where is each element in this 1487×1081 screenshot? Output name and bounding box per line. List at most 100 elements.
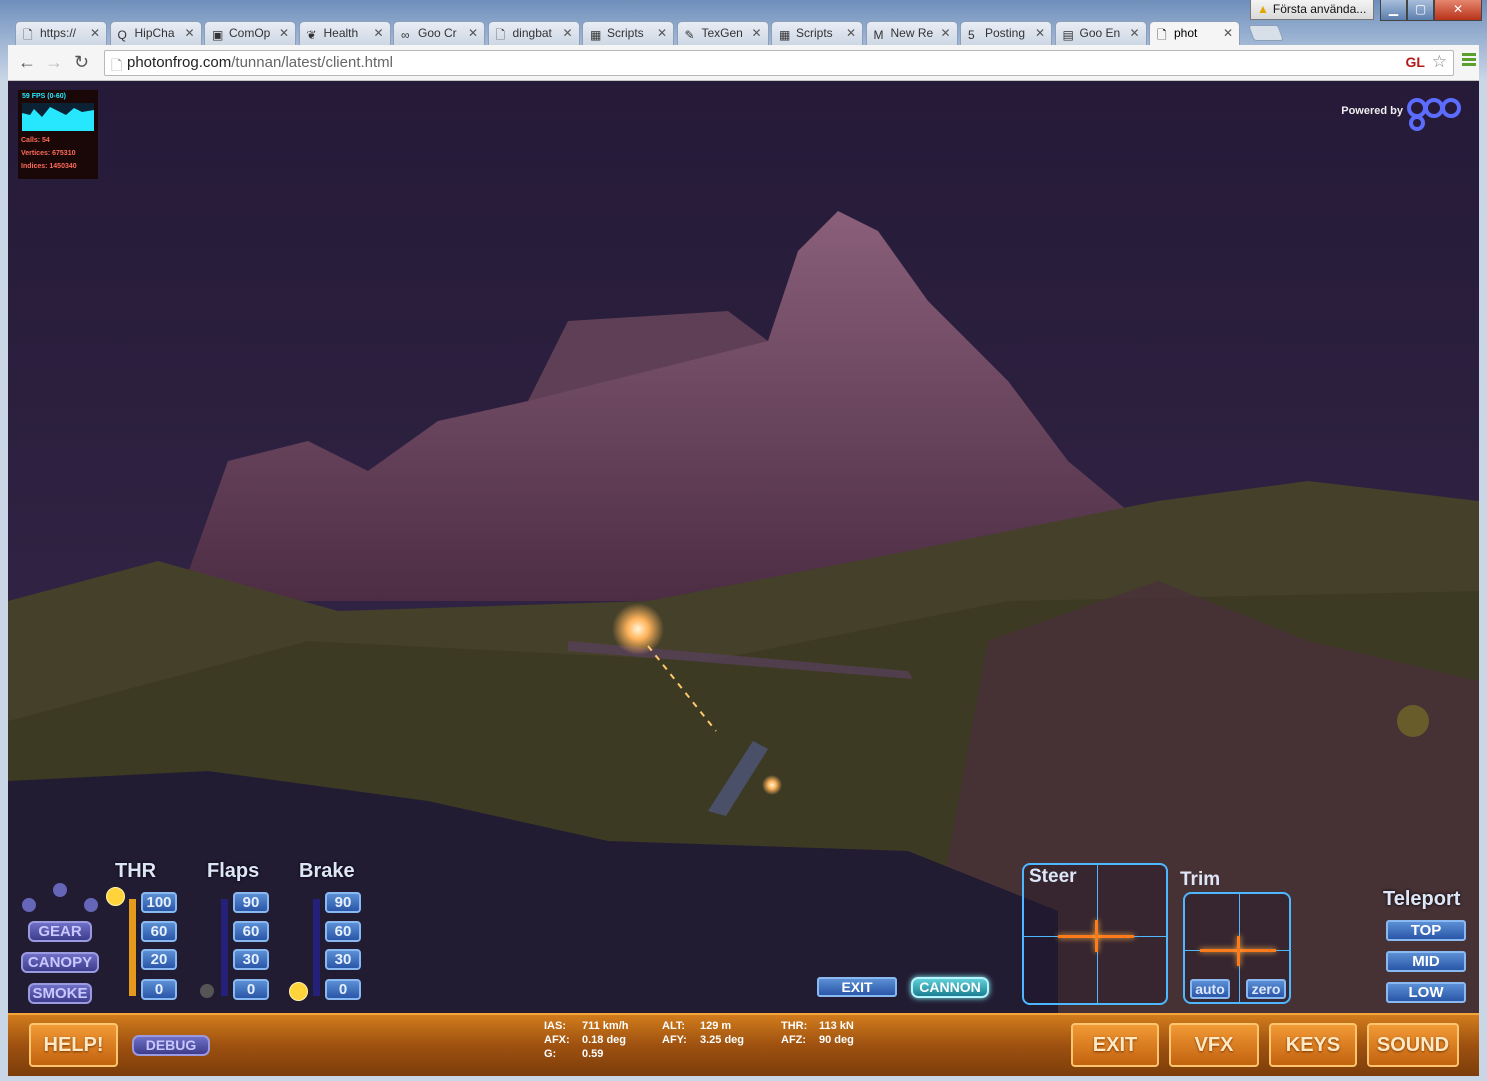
sheet-icon: ▦ [779, 28, 791, 42]
close-tab-icon[interactable]: ✕ [751, 22, 761, 44]
teleport-mid-button[interactable]: MID [1386, 951, 1466, 972]
brake-slider-knob[interactable] [289, 982, 308, 1001]
throttle-60-button[interactable]: 60 [141, 921, 177, 942]
throttle-slider-knob[interactable] [106, 887, 125, 906]
tab-hipcha[interactable]: Q HipCha ✕ [109, 21, 202, 45]
trim-auto-button[interactable]: auto [1190, 979, 1230, 999]
bookmark-star-icon[interactable]: ☆ [1432, 52, 1447, 72]
tab-label: New Re [890, 26, 934, 40]
throttle-100-button[interactable]: 100 [141, 892, 177, 913]
flaps-0-button[interactable]: 0 [233, 979, 269, 1000]
flaps-30-button[interactable]: 30 [233, 949, 269, 970]
telemetry-key: THR: [781, 1020, 808, 1032]
close-tab-icon[interactable]: ✕ [657, 22, 667, 44]
telemetry-key: AFX: [544, 1034, 570, 1046]
help-button[interactable]: HELP! [29, 1023, 118, 1067]
indicator-dot [84, 898, 98, 912]
close-tab-icon[interactable]: ✕ [846, 22, 856, 44]
canopy-button[interactable]: CANOPY [21, 952, 99, 973]
minimize-button[interactable]: ▁ [1380, 0, 1407, 21]
trim-panel[interactable]: auto zero [1183, 892, 1291, 1004]
profile-warning-badge[interactable]: ▲ Första använda... [1250, 0, 1374, 20]
close-tab-icon[interactable]: ✕ [373, 22, 383, 44]
powered-by-label: Powered by [1341, 105, 1403, 117]
tab-label: dingbat [512, 26, 552, 40]
tab-goo-cr[interactable]: ∞ Goo Cr ✕ [393, 21, 485, 45]
trim-zero-button[interactable]: zero [1246, 979, 1286, 999]
throttle-0-button[interactable]: 0 [141, 979, 177, 1000]
tab-label: phot [1174, 26, 1198, 40]
tab-label: TexGen [701, 26, 743, 40]
exit-button[interactable]: EXIT [1071, 1023, 1159, 1067]
tab-label: Posting [985, 26, 1026, 40]
exit-small-button[interactable]: EXIT [817, 977, 897, 997]
back-arrow-icon[interactable]: ← [18, 52, 36, 73]
brake-30-button[interactable]: 30 [325, 949, 361, 970]
throttle-20-button[interactable]: 20 [141, 949, 177, 970]
chrome-menu-icon[interactable] [1462, 53, 1476, 68]
tab-health[interactable]: ❦ Health ✕ [298, 21, 391, 45]
cannon-button[interactable]: CANNON [911, 977, 989, 998]
brake-0-button[interactable]: 0 [325, 979, 361, 1000]
close-tab-icon[interactable]: ✕ [562, 22, 572, 44]
keys-button[interactable]: KEYS [1269, 1023, 1357, 1067]
alt-value: 129 m [700, 1020, 732, 1032]
brake-60-button[interactable]: 60 [325, 921, 361, 942]
telemetry-key: AFZ: [781, 1034, 807, 1046]
close-tab-icon[interactable]: ✕ [279, 22, 289, 44]
tab-scripts[interactable]: ▦ Scripts ✕ [771, 21, 863, 45]
close-tab-icon[interactable]: ✕ [184, 22, 194, 44]
tab-new-re[interactable]: M New Re ✕ [865, 21, 958, 45]
stats-panel: 59 FPS (0-60) Calls: 54 Vertices: 675310… [18, 90, 98, 179]
afy-value: 3.25 deg [700, 1034, 745, 1046]
close-window-button[interactable]: ✕ [1434, 0, 1482, 21]
tab-label: Goo Cr [418, 26, 457, 40]
throttle-label: THR [115, 860, 157, 882]
tab-phot[interactable]: 🗋 phot ✕ [1149, 21, 1240, 45]
flaps-60-button[interactable]: 60 [233, 921, 269, 942]
tab-label: https:// [40, 26, 77, 40]
address-bar[interactable]: 🗋 photonfrog.com/tunnan/latest/client.ht… [104, 50, 1454, 76]
tab-dingbat[interactable]: 🗋 dingbat ✕ [487, 21, 580, 45]
tab-texgen[interactable]: ✎ TexGen ✕ [676, 21, 769, 45]
steer-label: Steer [1029, 866, 1077, 887]
close-tab-icon[interactable]: ✕ [1035, 22, 1045, 44]
maximize-button[interactable]: ▢ [1407, 0, 1434, 21]
close-tab-icon[interactable]: ✕ [1223, 22, 1233, 44]
close-tab-icon[interactable]: ✕ [940, 22, 950, 44]
sound-button[interactable]: SOUND [1367, 1023, 1459, 1067]
warning-label: Första använda... [1272, 2, 1367, 16]
teleport-top-button[interactable]: TOP [1386, 920, 1466, 941]
thrust-value: 113 kN [819, 1020, 854, 1032]
close-tab-icon[interactable]: ✕ [468, 22, 478, 44]
vfx-button[interactable]: VFX [1169, 1023, 1259, 1067]
webgl-badge[interactable]: GL [1406, 54, 1425, 70]
page-icon: 🗋 [23, 28, 33, 42]
afz-value: 90 deg [819, 1034, 854, 1046]
tab-posting[interactable]: 5 Posting ✕ [960, 21, 1052, 45]
flaps-90-button[interactable]: 90 [233, 892, 269, 913]
tab-comop[interactable]: ▣ ComOp ✕ [204, 21, 296, 45]
telemetry-key: ALT: [662, 1020, 686, 1032]
tab-https[interactable]: 🗋 https:// ✕ [15, 21, 107, 45]
close-tab-icon[interactable]: ✕ [1129, 22, 1139, 44]
teleport-low-button[interactable]: LOW [1386, 982, 1466, 1003]
new-tab-button[interactable] [1248, 25, 1284, 41]
goo-logo-icon[interactable] [1405, 95, 1463, 131]
gear-button[interactable]: GEAR [28, 921, 92, 942]
url-text[interactable]: photonfrog.com/tunnan/latest/client.html [127, 54, 393, 71]
forward-arrow-icon[interactable]: → [45, 52, 63, 73]
brake-90-button[interactable]: 90 [325, 892, 361, 913]
trello-icon: ▤ [1062, 28, 1074, 42]
tab-label: ComOp [229, 26, 271, 40]
flaps-slider-knob[interactable] [200, 984, 214, 998]
close-tab-icon[interactable]: ✕ [90, 22, 100, 44]
reload-icon[interactable]: ↻ [74, 52, 89, 73]
warning-icon: ▲ [1257, 2, 1269, 16]
game-viewport[interactable]: 59 FPS (0-60) Calls: 54 Vertices: 675310… [8, 81, 1479, 1076]
vertices-label: Vertices: 675310 [21, 150, 76, 157]
tab-goo-en[interactable]: ▤ Goo En ✕ [1054, 21, 1147, 45]
debug-button[interactable]: DEBUG [132, 1035, 210, 1056]
tab-scripts[interactable]: ▦ Scripts ✕ [582, 21, 674, 45]
smoke-button[interactable]: SMOKE [28, 983, 92, 1004]
